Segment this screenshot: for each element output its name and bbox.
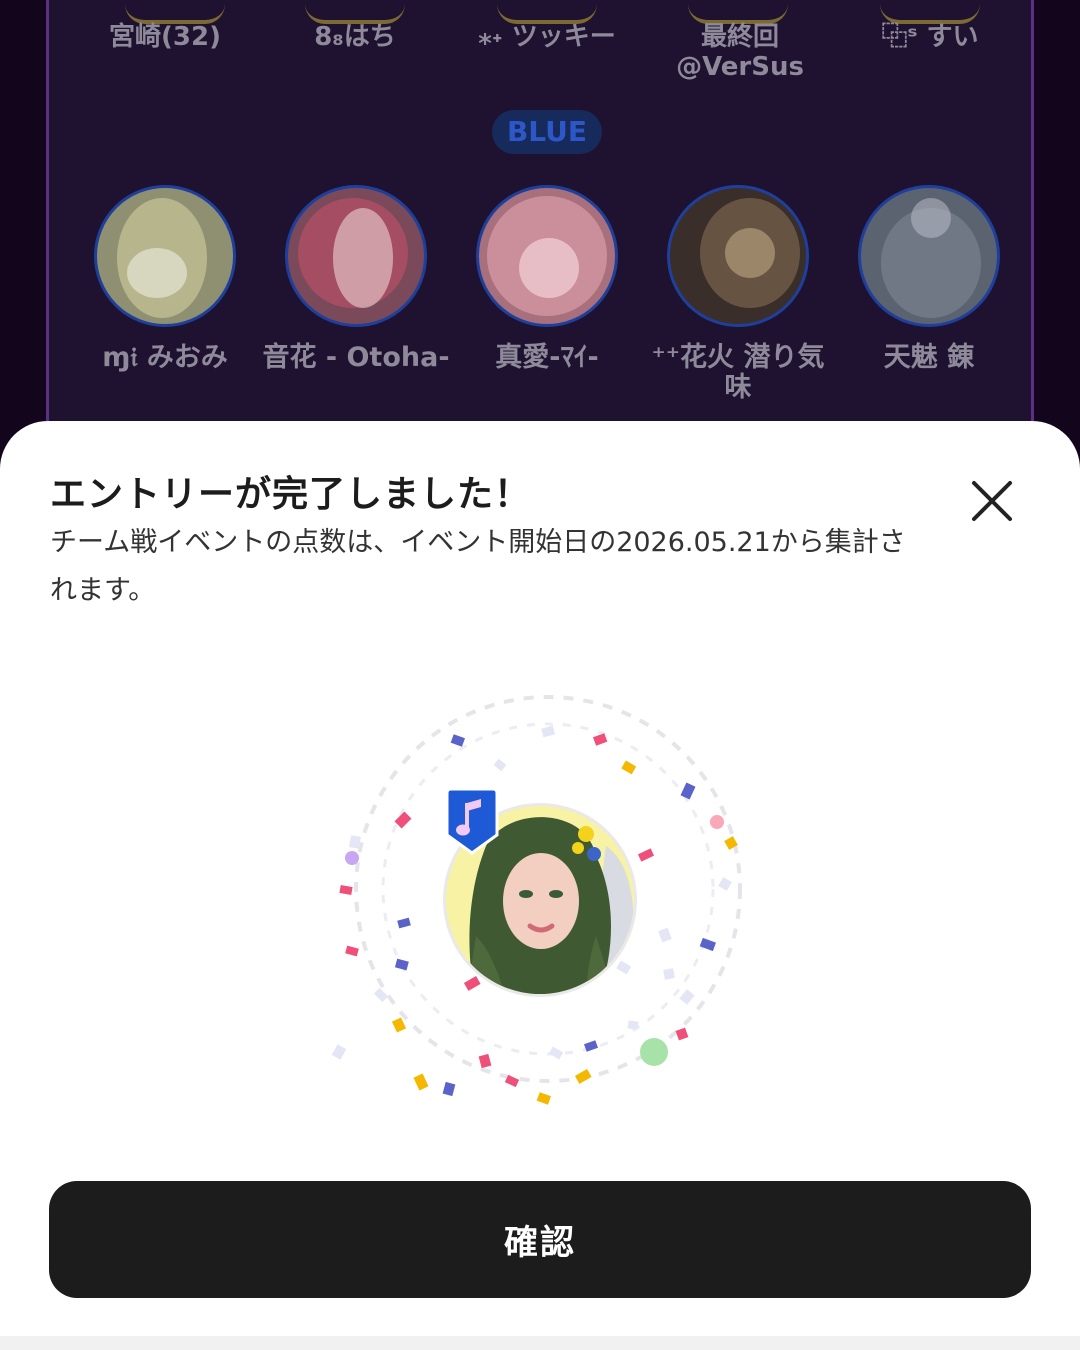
- team-top-row: 宮崎(32) 8₈はち ⁎˖ ツッキー 最終回 @VerSus ⿻ˢ すい: [0, 18, 1080, 98]
- avatar-rim: [497, 4, 597, 24]
- confirm-button[interactable]: 確認: [49, 1181, 1031, 1298]
- avatar: [94, 185, 236, 327]
- avatar-rim: [688, 4, 788, 24]
- avatar-rim: [125, 4, 225, 24]
- avatar: [858, 185, 1000, 327]
- avatar-rim: [880, 4, 980, 24]
- music-note-badge-icon: [443, 787, 501, 857]
- sheet-description: チーム戦イベントの点数は、イベント開始日の2026.05.21から集計されます。: [50, 527, 906, 606]
- member-name: ⁎˖ ツッキー: [478, 22, 616, 52]
- team-member[interactable]: 音花 - Otoha-: [261, 185, 451, 373]
- close-icon: [972, 481, 1012, 521]
- team-member[interactable]: 天魅 錬: [834, 185, 1024, 373]
- member-name: ⿻ˢ すい: [881, 22, 979, 52]
- team-member[interactable]: ⁺⁺花火 潜り気味: [643, 185, 833, 403]
- member-name: 真愛-ﾏｲ-: [495, 342, 599, 373]
- team-background: 宮崎(32) 8₈はち ⁎˖ ツッキー 最終回 @VerSus ⿻ˢ すい BL…: [0, 0, 1080, 460]
- avatar-rim: [305, 4, 405, 24]
- member-name: 宮崎(32): [109, 22, 221, 52]
- avatar: [667, 185, 809, 327]
- member-name: 天魅 錬: [883, 342, 975, 373]
- member-name: 最終回 @VerSus: [676, 22, 804, 82]
- close-button[interactable]: [964, 473, 1020, 529]
- member-name: 8₈はち: [314, 22, 396, 52]
- avatar: [285, 185, 427, 327]
- sheet-title: エントリーが完了しました！: [50, 474, 532, 515]
- team-member[interactable]: ɱ𝔦 みおみ: [70, 185, 260, 373]
- bottom-safe-area: [0, 1336, 1080, 1350]
- team-blue-label: BLUE: [492, 110, 602, 154]
- member-name: 音花 - Otoha-: [262, 342, 450, 373]
- member-name: ɱ𝔦 みおみ: [102, 342, 228, 373]
- member-name: ⁺⁺花火 潜り気味: [651, 342, 825, 403]
- entry-complete-sheet: エントリーが完了しました！ チーム戦イベントの点数は、イベント開始日の2026.…: [0, 421, 1080, 1350]
- celebration-graphic: [320, 691, 760, 1131]
- team-member[interactable]: 真愛-ﾏｲ-: [452, 185, 642, 373]
- avatar: [476, 185, 618, 327]
